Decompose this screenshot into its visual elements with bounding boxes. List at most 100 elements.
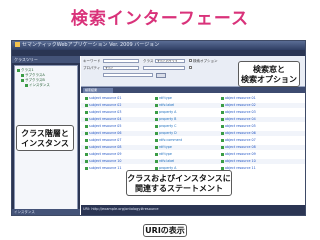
predicate-icon: [155, 118, 158, 121]
subject-cell[interactable]: subject resource 09: [89, 152, 149, 157]
subject-icon: [85, 153, 88, 156]
object-icon: [221, 111, 224, 114]
app-icon: [15, 42, 20, 47]
subject-cell[interactable]: subject resource 08: [89, 145, 149, 150]
predicate-cell[interactable]: rdf:type: [159, 96, 219, 101]
predicate-cell[interactable]: rdf:type: [159, 145, 219, 150]
table-row[interactable]: subject resource 01 rdf:type object resour…: [81, 96, 305, 101]
subject-cell[interactable]: subject resource 03: [89, 110, 149, 115]
object-icon: [221, 139, 224, 142]
option-label: 検索オプション: [193, 59, 218, 63]
extra-input[interactable]: [103, 73, 153, 77]
subject-cell[interactable]: subject resource 02: [89, 103, 149, 108]
subject-cell[interactable]: subject resource 01: [89, 96, 149, 101]
predicate-cell[interactable]: property C: [159, 124, 219, 129]
tree-node[interactable]: サブクラスA: [21, 73, 45, 77]
keyword-input[interactable]: [103, 59, 139, 63]
predicate-cell[interactable]: property A: [159, 110, 219, 115]
subject-cell[interactable]: subject resource 06: [89, 131, 149, 136]
object-cell[interactable]: object resource 04: [225, 117, 285, 122]
subject-icon: [85, 104, 88, 107]
predicate-cell[interactable]: property B: [159, 117, 219, 122]
object-icon: [221, 97, 224, 100]
table-row[interactable]: subject resource 07 rdfs:comment object re…: [81, 138, 305, 143]
tree-node-label: サブクラスB: [25, 78, 45, 82]
subject-icon: [85, 167, 88, 170]
object-cell[interactable]: object resource 06: [225, 131, 285, 136]
predicate-icon: [155, 132, 158, 135]
predicate-cell[interactable]: rdf:type: [159, 152, 219, 157]
predicate-cell[interactable]: rdfs:label: [159, 103, 219, 108]
uri-bar: URI: http://example.org/ontology#resourc…: [81, 205, 305, 215]
predicate-icon: [155, 139, 158, 142]
object-cell[interactable]: object resource 08: [225, 145, 285, 150]
tree-node-label: クラス1: [21, 68, 34, 72]
subject-cell[interactable]: subject resource 10: [89, 159, 149, 164]
instance-panel-label: インスタンス: [14, 210, 35, 214]
class-icon: [21, 78, 24, 82]
tree-node-label: サブクラスA: [25, 73, 45, 77]
predicate-icon: [155, 125, 158, 128]
subject-icon: [85, 125, 88, 128]
object-cell[interactable]: object resource 01: [225, 96, 285, 101]
tree-node[interactable]: インスタンス: [25, 83, 50, 87]
subject-icon: [85, 132, 88, 135]
filter-input[interactable]: [143, 66, 185, 70]
object-cell[interactable]: object resource 11: [225, 166, 285, 171]
subject-cell[interactable]: subject resource 05: [89, 124, 149, 129]
callout-search: 検索窓と 検索オプション: [238, 61, 300, 87]
predicate-cell[interactable]: rdfs:comment: [159, 138, 219, 143]
callout-class: クラス階層と インスタンス: [16, 125, 74, 151]
table-row[interactable]: subject resource 02 rdfs:label object reso…: [81, 103, 305, 108]
predicate-icon: [155, 160, 158, 163]
predicate-icon: [155, 97, 158, 100]
uri-text: URI: http://example.org/ontology#resourc…: [83, 207, 159, 211]
option-checkbox-2[interactable]: [189, 66, 192, 69]
predicate-cell[interactable]: property D: [159, 131, 219, 136]
callout-statements: クラスおよびインスタンスに 関連するステートメント: [126, 170, 232, 196]
option-checkbox[interactable]: [189, 59, 192, 62]
object-icon: [221, 160, 224, 163]
object-cell[interactable]: object resource 03: [225, 110, 285, 115]
object-icon: [221, 146, 224, 149]
table-row[interactable]: subject resource 09 rdf:type object resour…: [81, 152, 305, 157]
object-icon: [221, 125, 224, 128]
object-cell[interactable]: object resource 02: [225, 103, 285, 108]
object-cell[interactable]: object resource 09: [225, 152, 285, 157]
window-titlebar: セマンティックWebアプリケーション Ver. 2009 バージョン: [12, 41, 305, 50]
property-select[interactable]: すべて: [103, 66, 139, 70]
subject-icon: [85, 111, 88, 114]
tree-node[interactable]: クラス1: [17, 68, 34, 72]
table-row[interactable]: subject resource 04 property B object reso…: [81, 117, 305, 122]
predicate-icon: [155, 146, 158, 149]
search-button[interactable]: [156, 73, 166, 78]
subject-icon: [85, 118, 88, 121]
keyword-label: キーワード: [83, 59, 101, 63]
object-icon: [221, 132, 224, 135]
tree-node[interactable]: サブクラスB: [21, 78, 45, 82]
object-cell[interactable]: object resource 07: [225, 138, 285, 143]
tree-node-label: インスタンス: [29, 83, 50, 87]
subject-icon: [85, 139, 88, 142]
class-icon: [21, 73, 24, 77]
subject-cell[interactable]: subject resource 04: [89, 117, 149, 122]
object-icon: [221, 153, 224, 156]
predicate-cell[interactable]: rdfs:label: [159, 159, 219, 164]
subject-cell[interactable]: subject resource 07: [89, 138, 149, 143]
object-icon: [221, 118, 224, 121]
class-label: クラス: [143, 59, 154, 63]
subject-icon: [85, 97, 88, 100]
slide-title: 検索インターフェース: [70, 9, 250, 29]
table-row[interactable]: subject resource 05 property C object reso…: [81, 124, 305, 129]
table-row[interactable]: subject resource 10 rdfs:label object reso…: [81, 159, 305, 164]
class-icon: [17, 68, 20, 72]
table-row[interactable]: subject resource 06 property D object reso…: [81, 131, 305, 136]
class-select[interactable]: すべてのクラス: [155, 59, 185, 63]
predicate-icon: [155, 153, 158, 156]
table-row[interactable]: subject resource 03 property A object reso…: [81, 110, 305, 115]
table-row[interactable]: subject resource 08 rdf:type object resour…: [81, 145, 305, 150]
predicate-icon: [155, 111, 158, 114]
property-label: プロパティ: [83, 66, 101, 70]
object-cell[interactable]: object resource 05: [225, 124, 285, 129]
object-cell[interactable]: object resource 10: [225, 159, 285, 164]
